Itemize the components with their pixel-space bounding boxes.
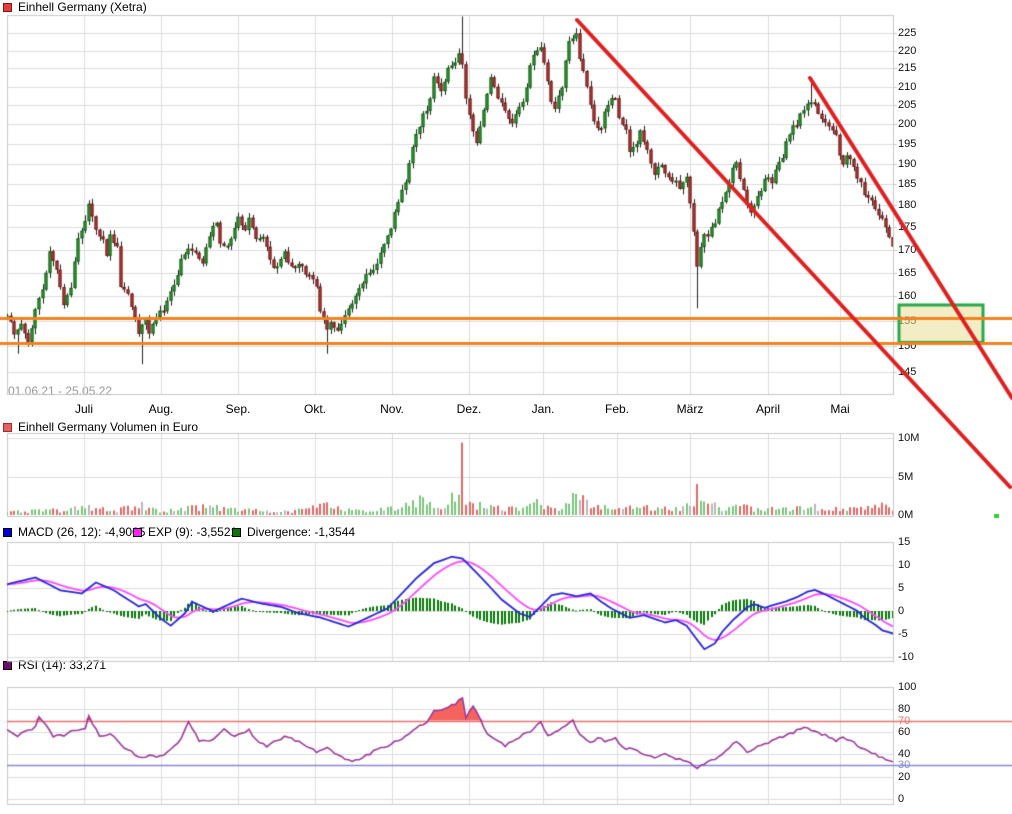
price-axis-label: 215 [898,62,916,74]
date-range-label: 01.06.21 - 25.05.22 [8,384,112,398]
price-series-icon [3,3,12,12]
volume-axis-label: 10M [898,432,919,444]
price-axis-label: 175 [898,221,916,233]
price-axis-label: 170 [898,244,916,256]
macd-legend-macd: MACD (26, 12): -4,9065 [3,526,145,539]
month-label-dez: Dez. [457,402,482,416]
macd-axis-label: 5 [898,582,904,594]
rsi-axis-label: 60 [898,726,910,738]
macd-axis-label: -5 [898,628,908,640]
chart-root: Einhell Germany (Xetra) 01.06.21 - 25.05… [0,0,1012,814]
macd-divergence-value-label: Divergence: -1,3544 [247,526,355,539]
month-label-okt: Okt. [304,402,326,416]
macd-legend-exp: EXP (9): -3,5521 [133,526,237,539]
month-label-nov: Nov. [380,402,404,416]
month-label-april: April [756,402,780,416]
month-label-aug: Aug. [149,402,174,416]
rsi-axis-label: 0 [898,793,904,805]
volume-axis-label: 5M [898,471,913,483]
price-panel-title: Einhell Germany (Xetra) [18,1,147,14]
macd-axis-label: 10 [898,559,910,571]
month-label-mai: Mai [830,402,849,416]
price-panel-legend: Einhell Germany (Xetra) [3,1,147,14]
price-axis-label: 145 [898,366,916,378]
rsi-axis-label: 80 [898,703,910,715]
rsi-value-label: RSI (14): 33,271 [18,659,106,672]
price-axis-label: 185 [898,178,916,190]
macd-signal-icon [133,528,142,537]
volume-axis-label: 0M [898,509,913,521]
rsi-axis-label: 100 [898,681,916,693]
macd-value-label: MACD (26, 12): -4,9065 [18,526,145,539]
rsi-series-icon [3,661,12,670]
macd-exp-value-label: EXP (9): -3,5521 [148,526,237,539]
price-axis-label: 150 [898,340,916,352]
rsi-panel-legend: RSI (14): 33,271 [3,659,106,672]
macd-legend-divergence: Divergence: -1,3544 [232,526,355,539]
month-label-sep: Sep. [226,402,251,416]
price-axis-label: 160 [898,290,916,302]
chart-text-layer: Einhell Germany (Xetra) 01.06.21 - 25.05… [0,0,1012,814]
month-label-juli: Juli [75,402,93,416]
price-axis-label: 190 [898,158,916,170]
month-label-feb: Feb. [605,402,629,416]
macd-axis-label: -10 [898,651,914,663]
price-axis-label: 210 [898,81,916,93]
macd-axis-label: 15 [898,536,910,548]
month-label-märz: März [677,402,704,416]
macd-divergence-icon [232,528,241,537]
price-axis-label: 195 [898,138,916,150]
price-axis-label: 180 [898,199,916,211]
volume-panel-legend: Einhell Germany Volumen in Euro [3,421,198,434]
price-axis-label: 205 [898,99,916,111]
rsi-axis-label: 30 [898,759,910,771]
price-axis-label: 165 [898,267,916,279]
month-label-jan: Jan. [532,402,555,416]
volume-panel-title: Einhell Germany Volumen in Euro [18,421,198,434]
macd-axis-label: 0 [898,605,904,617]
volume-series-icon [3,423,12,432]
macd-line-icon [3,528,12,537]
price-axis-label: 155 [898,315,916,327]
price-axis-label: 225 [898,27,916,39]
rsi-axis-label: 20 [898,771,910,783]
price-axis-label: 220 [898,45,916,57]
price-axis-label: 200 [898,118,916,130]
